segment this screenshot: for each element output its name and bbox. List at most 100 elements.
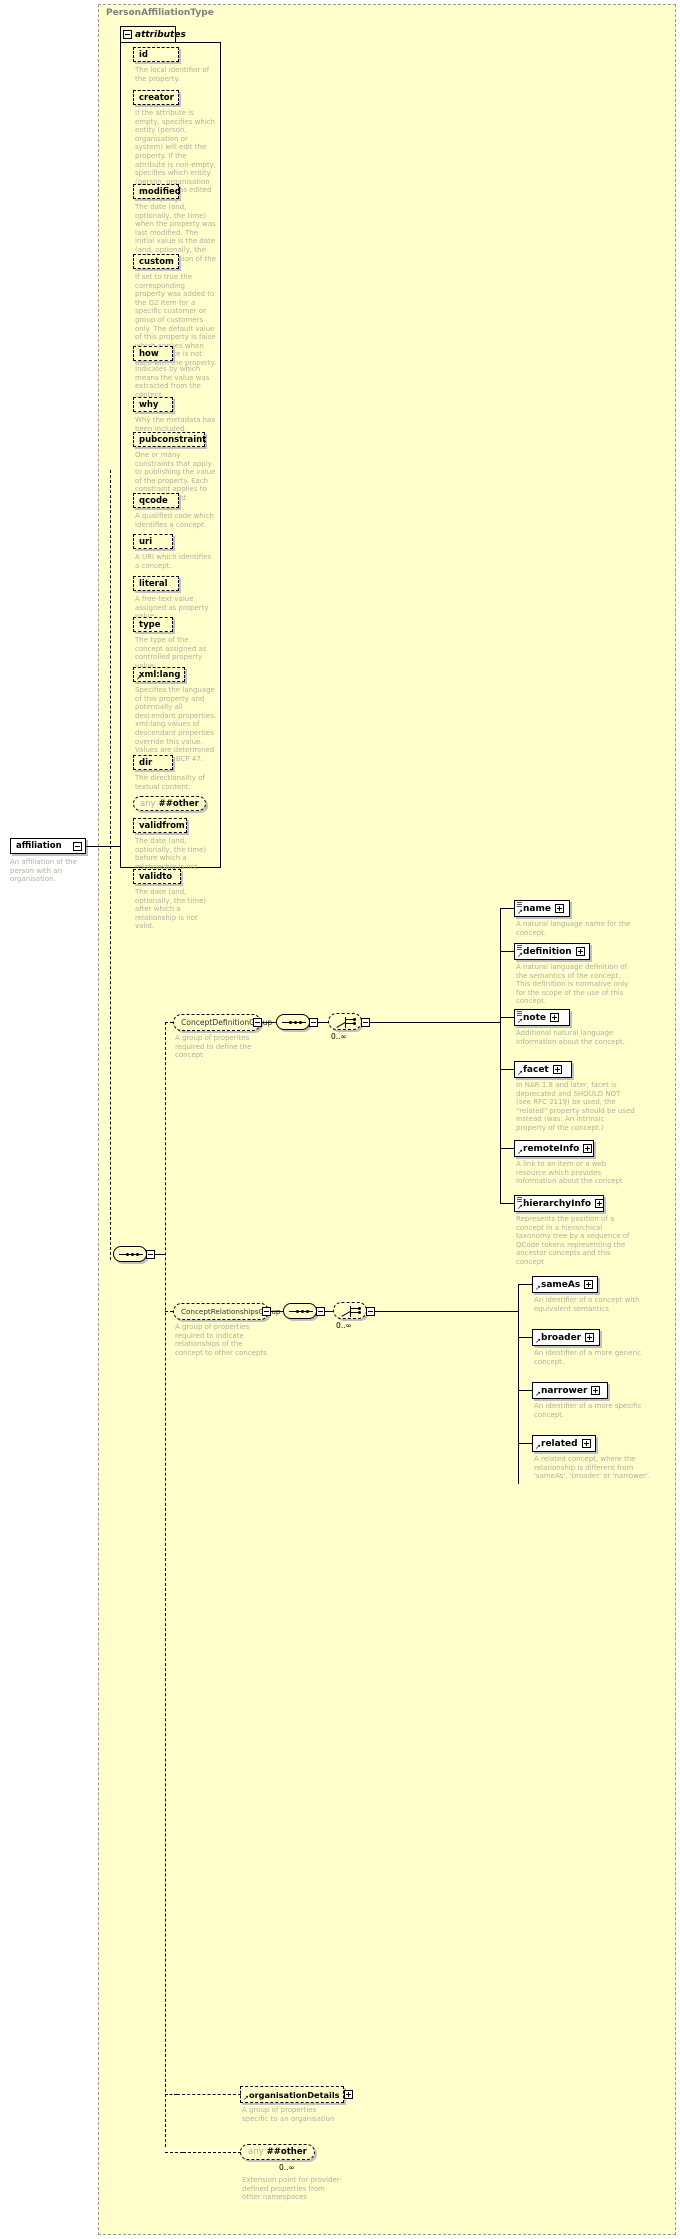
arrow-icon: ↗ [517, 908, 523, 916]
sequence-dot [136, 1253, 139, 1256]
attribute-label: custom [139, 256, 174, 267]
attribute-node-xmllang[interactable]: ↗ xml:lang [133, 667, 185, 682]
element-node-any-other-bottom[interactable]: any ##other [240, 2144, 315, 2160]
arrow-icon: ↗ [535, 1284, 541, 1292]
element-node-name[interactable]: ↗ name [514, 900, 570, 917]
element-node-broader[interactable]: ↗ broader [532, 1329, 600, 1346]
group-node-conceptrelationshipsgroup[interactable]: ConceptRelationshipsGroup [173, 1303, 280, 1320]
attribute-label: uri [139, 536, 153, 547]
attribute-description: The local identifier of the property. [135, 66, 210, 83]
connector-line [271, 1311, 283, 1312]
connector-line [86, 846, 121, 847]
expand-icon[interactable] [552, 1065, 562, 1074]
choice-slash [337, 1304, 351, 1317]
expand-icon[interactable] [554, 904, 564, 913]
connector-line [318, 1022, 328, 1023]
expand-icon[interactable] [591, 1386, 601, 1395]
attribute-label: dir [139, 757, 153, 768]
element-description: In NAR 1.8 and later, facet is deprecate… [516, 1081, 635, 1132]
element-node-remoteinfo[interactable]: ↗ remoteInfo [514, 1140, 594, 1157]
attribute-node-creator[interactable]: creator [133, 90, 179, 105]
expand-icon[interactable] [581, 1439, 591, 1448]
element-label: remoteInfo [523, 1143, 580, 1154]
expand-icon[interactable] [146, 1250, 155, 1259]
expand-icon[interactable] [309, 1018, 318, 1027]
attribute-node-validto[interactable]: validto [133, 869, 181, 884]
attribute-node-qcode[interactable]: qcode [133, 493, 179, 508]
element-node-related[interactable]: ↗ related [532, 1435, 596, 1452]
element-node-organisationdetails[interactable]: ↗ organisationDetails [240, 2086, 353, 2103]
connector-line [375, 1311, 518, 1312]
element-node-definition[interactable]: ↗ definition [514, 943, 590, 960]
element-node-narrower[interactable]: ↗ narrower [532, 1382, 608, 1399]
element-description: Extension point for provider-defined pro… [242, 2176, 342, 2202]
any-namespace-label: ##other [266, 2147, 307, 2157]
choice-dot [353, 1018, 356, 1021]
arrow-icon: ↗ [517, 1203, 523, 1211]
expand-icon[interactable] [550, 1013, 559, 1022]
expand-icon[interactable] [262, 1307, 271, 1316]
sequence-symbol[interactable] [283, 1303, 317, 1319]
element-node-facet[interactable]: ↗ facet [514, 1061, 572, 1078]
expand-icon[interactable] [585, 1333, 595, 1342]
group-description: A group of properites required to define… [175, 1034, 252, 1060]
connector-line [518, 1284, 532, 1285]
expand-icon[interactable] [584, 1280, 594, 1289]
collapse-icon[interactable] [73, 841, 82, 851]
element-description: Represents the position of a concept in … [516, 1215, 630, 1266]
attribute-node-modified[interactable]: modified [133, 184, 181, 199]
attribute-description: Why the metadata has been included. [135, 416, 215, 433]
expand-icon[interactable] [253, 1018, 262, 1027]
choice-symbol[interactable] [333, 1302, 367, 1319]
choice-symbol[interactable] [328, 1013, 362, 1030]
element-description: A group of properties specific to an org… [242, 2106, 335, 2123]
connector-line [518, 1284, 519, 1484]
attribute-node-how[interactable]: how [133, 346, 173, 361]
attribute-node-literal[interactable]: literal [133, 576, 179, 591]
attribute-node-type[interactable]: type [133, 617, 173, 632]
attribute-description: Indicates by which means the value was e… [135, 365, 210, 399]
attributes-header[interactable]: attributes [120, 26, 186, 43]
any-label: any [248, 2147, 264, 2157]
connector-line [500, 1203, 514, 1204]
attributes-marker-icon [517, 902, 522, 907]
element-node-note[interactable]: ↗ note [514, 1009, 570, 1026]
expand-icon[interactable] [316, 1307, 325, 1316]
connector-line [183, 2152, 241, 2153]
expand-icon[interactable] [361, 1018, 370, 1027]
attribute-label: validto [139, 871, 173, 882]
sequence-dot [289, 1021, 292, 1024]
attribute-label: how [139, 348, 159, 359]
element-label: organisationDetails [249, 2089, 340, 2100]
attribute-node-validfrom[interactable]: validfrom [133, 818, 187, 833]
connector-line [262, 1022, 276, 1023]
arrow-icon: ↗ [517, 951, 523, 959]
attribute-node-dir[interactable]: dir [133, 755, 173, 770]
element-node-hierarchyinfo[interactable]: ↗ hierarchyInfo [514, 1195, 605, 1212]
element-label: related [541, 1438, 578, 1449]
attribute-node-id[interactable]: id [133, 47, 179, 62]
element-node-sameas[interactable]: ↗ sameAs [532, 1276, 598, 1293]
attribute-node-uri[interactable]: uri [133, 534, 173, 549]
arrow-icon: ↗ [136, 674, 142, 682]
expand-icon[interactable] [366, 1307, 375, 1316]
element-node-affiliation[interactable]: affiliation [10, 838, 86, 854]
expand-icon[interactable] [583, 1144, 593, 1153]
connector-line [500, 1017, 514, 1018]
attribute-node-pubconstraint[interactable]: pubconstraint [133, 432, 206, 447]
expand-icon[interactable] [595, 1199, 605, 1208]
connector-line [165, 1311, 173, 1312]
attribute-node-any-other[interactable]: any ##other [133, 796, 206, 811]
attributes-marker-icon [517, 1011, 522, 1016]
sequence-symbol[interactable] [113, 1246, 147, 1262]
attribute-node-why[interactable]: why [133, 397, 173, 412]
connector-line [165, 2094, 177, 2095]
expand-icon[interactable] [343, 2090, 353, 2099]
sequence-symbol[interactable] [276, 1014, 310, 1030]
element-description: An identifier of a more generic concept. [534, 1349, 642, 1366]
expand-icon[interactable] [575, 947, 585, 956]
collapse-icon[interactable] [123, 30, 132, 39]
group-node-conceptdefinitiongroup[interactable]: ConceptDefinitionGroup [173, 1014, 272, 1031]
attribute-node-custom[interactable]: custom [133, 254, 179, 269]
sequence-dot [296, 1310, 299, 1313]
